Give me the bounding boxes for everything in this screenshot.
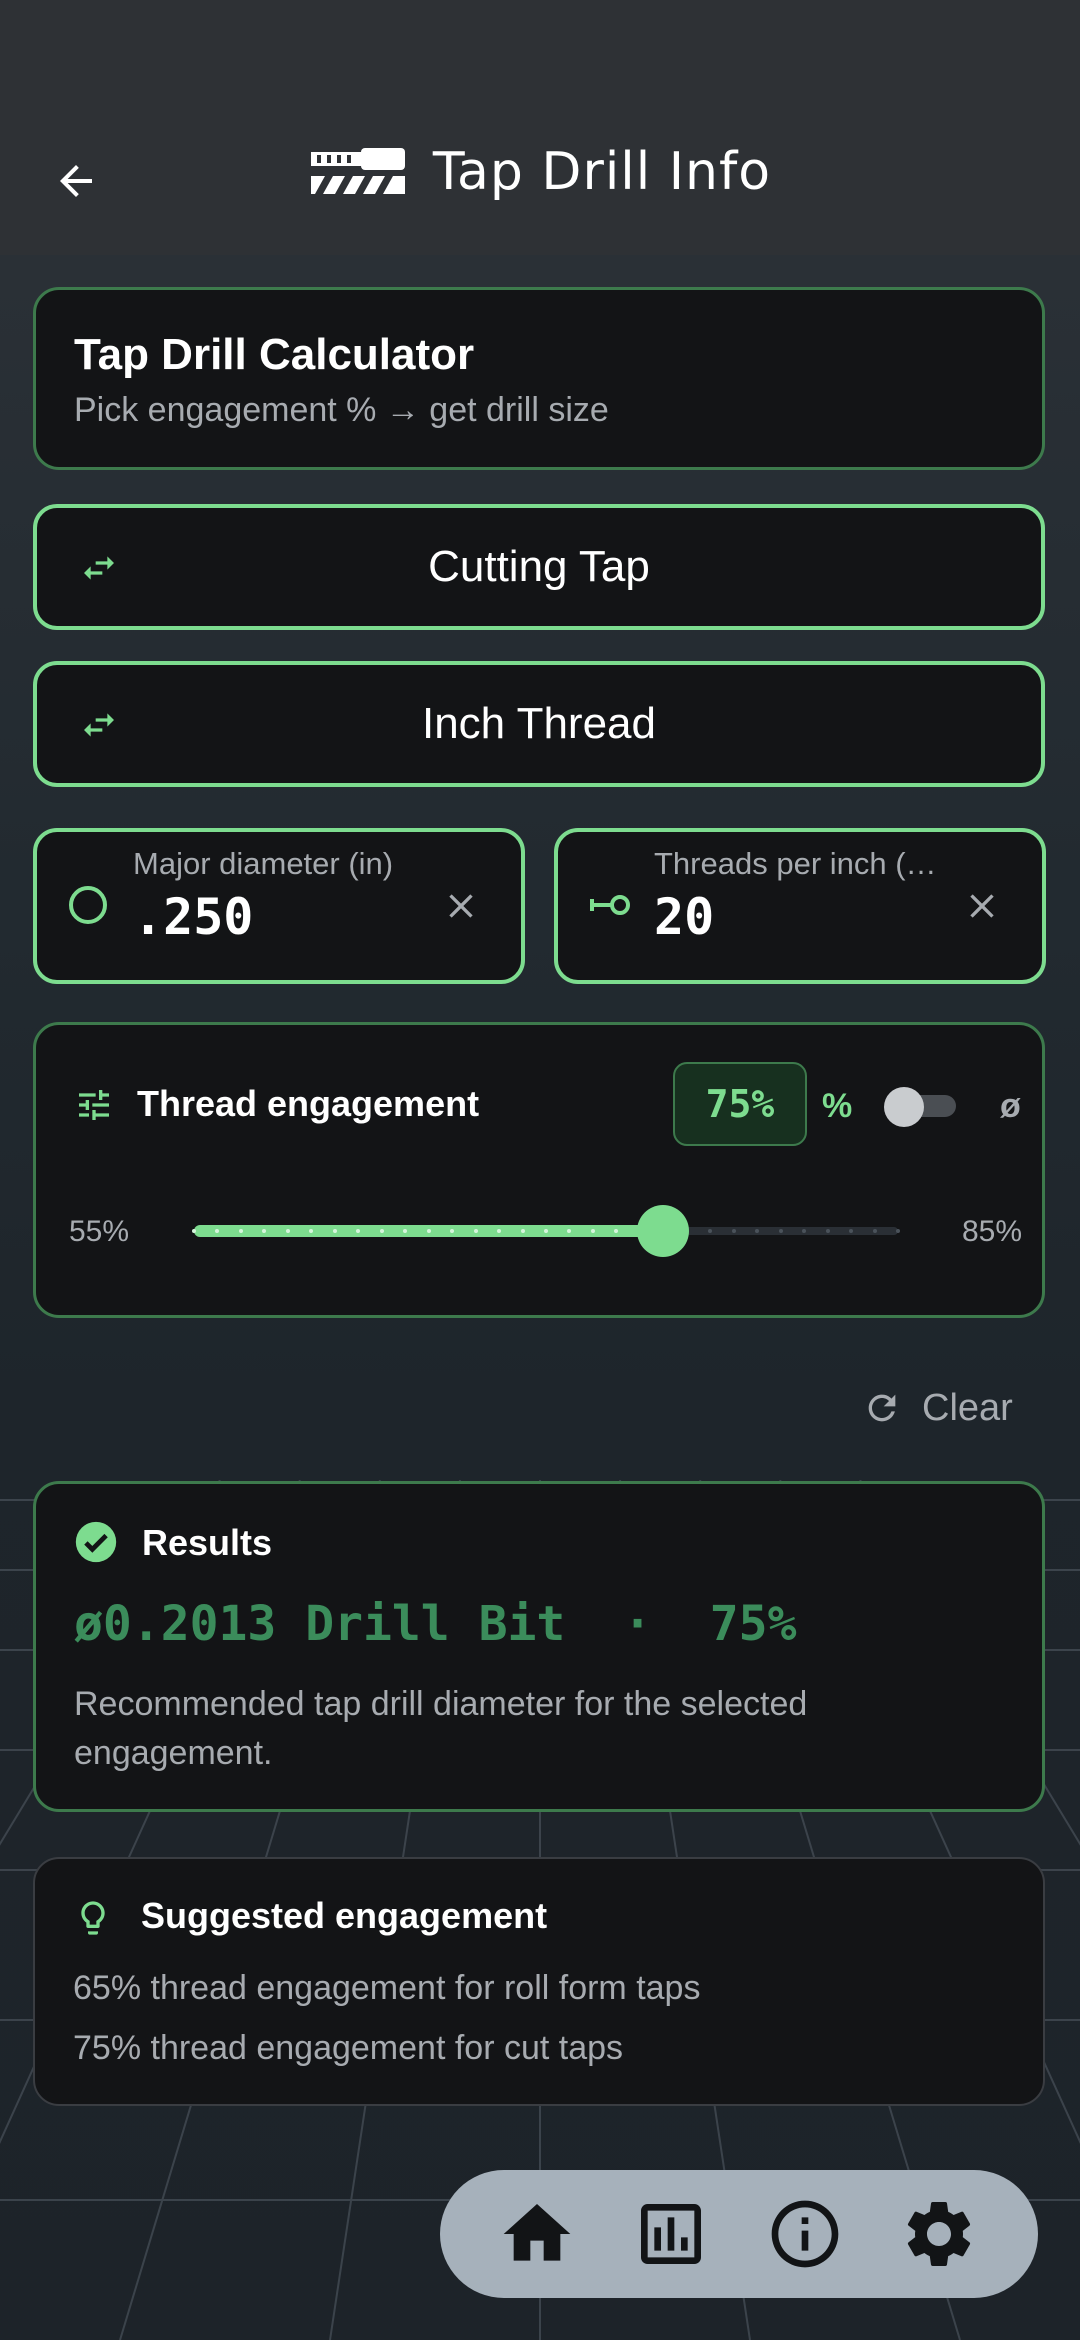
bottom-navigation xyxy=(440,2170,1038,2298)
check-circle-icon xyxy=(75,1521,117,1563)
slider-ticks xyxy=(192,1193,900,1273)
slider-max-label: 85% xyxy=(961,1215,1022,1248)
results-description: Recommended tap drill diameter for the s… xyxy=(74,1685,808,1772)
clear-icon[interactable] xyxy=(962,886,1002,926)
slider-tick xyxy=(732,1229,736,1233)
engagement-slider[interactable] xyxy=(192,1193,900,1273)
toggle-thumb xyxy=(884,1087,924,1127)
tpi-value[interactable]: 20 xyxy=(654,888,714,946)
slider-tick xyxy=(356,1229,360,1233)
nav-stats[interactable] xyxy=(631,2194,711,2274)
slider-tick xyxy=(215,1229,219,1233)
percent-mode-label: % xyxy=(822,1087,853,1125)
info-icon xyxy=(771,2200,839,2268)
threads-per-inch-field[interactable]: Threads per inch (… 20 xyxy=(554,828,1046,984)
slider-tick xyxy=(333,1229,337,1233)
mode-toggle-switch[interactable] xyxy=(884,1087,960,1127)
key-icon xyxy=(590,895,630,915)
engagement-title: Thread engagement xyxy=(137,1083,480,1124)
slider-tick xyxy=(497,1229,501,1233)
results-card: Results ø0.2013 Drill Bit · 75% Recommen… xyxy=(33,1481,1045,1812)
results-value: ø0.2013 Drill Bit · 75% xyxy=(74,1596,797,1652)
circle-outline-icon xyxy=(69,886,107,924)
slider-tick xyxy=(873,1229,877,1233)
slider-tick xyxy=(309,1229,313,1233)
tap-drill-logo-icon xyxy=(310,148,405,194)
slider-tick xyxy=(896,1229,900,1233)
nav-settings[interactable] xyxy=(899,2194,979,2274)
slider-tick xyxy=(427,1229,431,1233)
tune-icon xyxy=(79,1090,109,1120)
intro-subtitle: Pick engagement % → get drill size xyxy=(74,391,609,429)
engagement-value-chip[interactable]: 75% xyxy=(673,1062,807,1146)
tpi-label: Threads per inch (… xyxy=(654,846,937,881)
slider-thumb[interactable] xyxy=(637,1205,689,1257)
slider-tick xyxy=(708,1229,712,1233)
app-title-group: Tap Drill Info xyxy=(0,142,1080,202)
slider-tick xyxy=(403,1229,407,1233)
suggested-line: 75% thread engagement for cut taps xyxy=(73,2029,624,2067)
nav-info[interactable] xyxy=(765,2194,845,2274)
app-bar: Tap Drill Info xyxy=(0,100,1080,255)
clear-button[interactable]: Clear xyxy=(862,1378,1013,1438)
slider-tick xyxy=(192,1229,196,1233)
swap-horiz-icon xyxy=(84,556,114,580)
swap-horiz-icon xyxy=(84,713,114,737)
major-diameter-value[interactable]: .250 xyxy=(133,888,253,946)
slider-tick xyxy=(802,1229,806,1233)
suggested-title: Suggested engagement xyxy=(141,1895,548,1936)
home-icon xyxy=(503,2204,571,2261)
slider-tick xyxy=(521,1229,525,1233)
slider-tick xyxy=(286,1229,290,1233)
thread-type-label: Inch Thread xyxy=(421,699,656,748)
clear-icon[interactable] xyxy=(441,886,481,926)
tap-type-label: Cutting Tap xyxy=(428,542,650,591)
slider-tick xyxy=(849,1229,853,1233)
slider-tick xyxy=(826,1229,830,1233)
lightbulb-icon xyxy=(81,1901,105,1935)
slider-tick xyxy=(239,1229,243,1233)
slider-tick xyxy=(262,1229,266,1233)
status-bar xyxy=(0,0,1080,100)
diameter-mode-label: ø xyxy=(1000,1087,1021,1125)
clear-label: Clear xyxy=(922,1386,1013,1429)
tap-type-selector[interactable]: Cutting Tap xyxy=(33,504,1045,630)
calculator-intro-card: Tap Drill Calculator Pick engagement % →… xyxy=(33,287,1045,470)
slider-tick xyxy=(591,1229,595,1233)
slider-tick xyxy=(755,1229,759,1233)
intro-title: Tap Drill Calculator xyxy=(74,330,475,379)
slider-tick xyxy=(544,1229,548,1233)
suggested-line: 65% thread engagement for roll form taps xyxy=(73,1969,701,2007)
thread-engagement-card: Thread engagement % ø 55% 85% xyxy=(33,1022,1045,1318)
refresh-icon xyxy=(868,1394,896,1422)
slider-tick xyxy=(380,1229,384,1233)
major-diameter-label: Major diameter (in) xyxy=(133,846,394,881)
suggested-engagement-card: Suggested engagement 65% thread engageme… xyxy=(33,1857,1045,2106)
settings-icon xyxy=(907,2202,971,2266)
nav-home[interactable] xyxy=(497,2194,577,2274)
chart-icon xyxy=(641,2204,701,2264)
slider-tick xyxy=(567,1229,571,1233)
results-title: Results xyxy=(142,1522,273,1563)
slider-tick xyxy=(474,1229,478,1233)
slider-min-label: 55% xyxy=(69,1215,130,1248)
major-diameter-field[interactable]: Major diameter (in) .250 xyxy=(33,828,525,984)
slider-tick xyxy=(779,1229,783,1233)
app-title: Tap Drill Info xyxy=(432,142,772,202)
slider-tick xyxy=(450,1229,454,1233)
thread-type-selector[interactable]: Inch Thread xyxy=(33,661,1045,787)
slider-tick xyxy=(614,1229,618,1233)
